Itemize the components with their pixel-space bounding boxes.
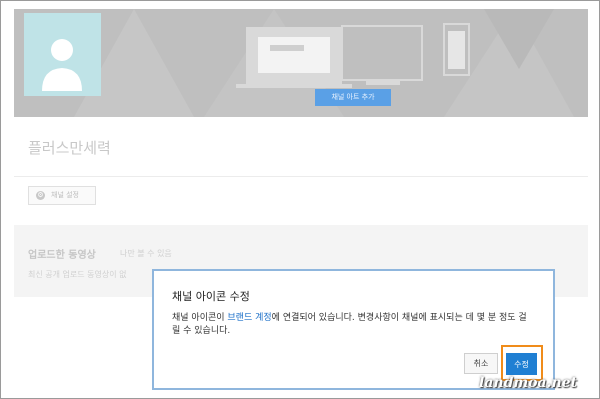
- edit-button[interactable]: 수정: [506, 353, 537, 375]
- phone-screen: [448, 31, 465, 69]
- uploads-title: 업로드한 동영상: [28, 250, 96, 261]
- page-frame: 채널 아트 추가 플러스만세력 ⚙ 채널 설정 업로드한 동영상 나만 볼 수 …: [0, 0, 600, 399]
- channel-settings-button[interactable]: ⚙ 채널 설정: [28, 186, 96, 205]
- uploads-description: 최신 공개 업로드 동영상이 없: [28, 270, 127, 279]
- channel-avatar[interactable]: [24, 13, 101, 96]
- laptop-screen: [258, 37, 330, 73]
- dialog-title: 채널 아이콘 수정: [172, 290, 250, 303]
- dialog-message-prefix: 채널 아이콘이: [172, 313, 228, 323]
- channel-settings-label: 채널 설정: [51, 191, 79, 199]
- gear-icon: ⚙: [36, 191, 45, 200]
- tv-stand: [366, 81, 400, 85]
- laptop-screen-bar: [270, 45, 304, 51]
- watermark: landmoa.net: [479, 375, 578, 391]
- laptop-icon: [246, 27, 342, 84]
- channel-name: 플러스만세력: [28, 139, 111, 157]
- uploads-visibility: 나만 볼 수 있음: [120, 249, 172, 258]
- brand-account-link[interactable]: 브랜드 계정: [227, 313, 271, 323]
- cancel-button[interactable]: 취소: [464, 353, 498, 374]
- phone-icon: [443, 23, 470, 76]
- tv-icon: [341, 25, 423, 81]
- laptop-base: [236, 84, 352, 88]
- divider: [14, 176, 588, 177]
- channel-banner: 채널 아트 추가: [14, 9, 588, 117]
- person-icon: [42, 39, 82, 91]
- add-channel-art-button[interactable]: 채널 아트 추가: [315, 89, 391, 106]
- dialog-message: 채널 아이콘이 브랜드 계정에 연결되어 있습니다. 변경사항이 채널에 표시되…: [172, 312, 534, 338]
- edit-channel-icon-dialog: 채널 아이콘 수정 채널 아이콘이 브랜드 계정에 연결되어 있습니다. 변경사…: [152, 269, 555, 390]
